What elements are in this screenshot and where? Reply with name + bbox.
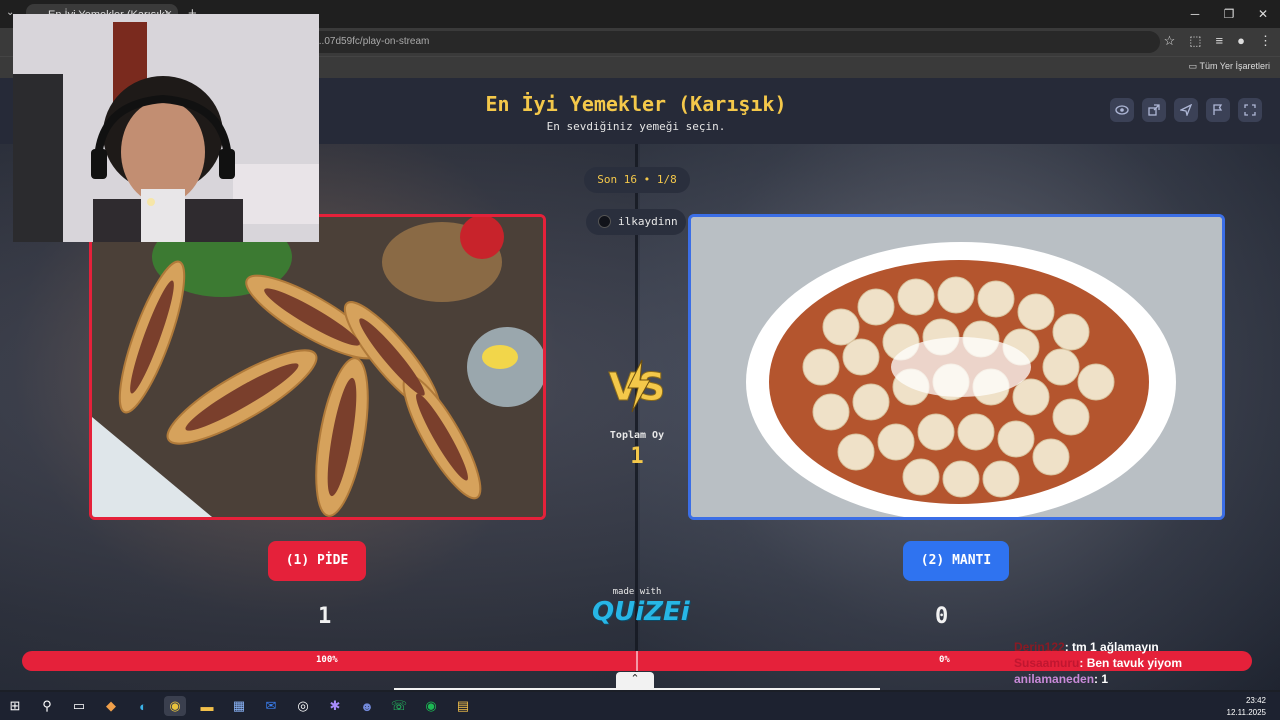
scroll-indicator [394,688,880,690]
chrome-icon[interactable]: ◉ [164,696,186,716]
notes-icon[interactable]: ▤ [452,696,474,716]
vote-option-1-button[interactable]: (1) PİDE [268,541,366,581]
chat-text: : tm 1 ağlamayın [1064,640,1159,654]
discord-icon[interactable]: ☻ [356,696,378,716]
task-view-icon[interactable]: ▭ [68,696,90,716]
chat-message: anilamaneden: 1 [1014,672,1244,688]
screen: ⌄ En İyi Yemekler (Karışık) - Tierj... ×… [0,0,1280,720]
system-clock[interactable]: 23:42 12.11.2025 [1227,695,1266,719]
total-votes-value: 1 [630,444,644,469]
media-icon[interactable]: ≡ [1216,33,1224,49]
store-icon[interactable]: ▦ [228,696,250,716]
total-votes-label: Toplam Oy [609,430,665,441]
file-explorer-icon[interactable]: ▬ [196,696,218,716]
edge-icon[interactable]: ◐ [132,696,154,716]
mail-icon[interactable]: ✉ [260,696,282,716]
manti-photo [691,217,1222,517]
profile-avatar[interactable]: ● [1237,33,1245,49]
whatsapp-icon[interactable]: ☏ [388,696,410,716]
option-1-vote-count: 1 [318,604,332,629]
made-with-label: made with [612,587,662,597]
player-badge: ilkaydinn [586,209,686,235]
player-avatar [598,215,611,228]
copilot-icon[interactable]: ◆ [100,696,122,716]
url-text: ...07d59fc/play-on-stream [316,36,430,47]
fullscreen-icon[interactable] [1238,98,1262,122]
all-bookmarks[interactable]: ▭ Tüm Yer İşaretleri [1189,61,1270,72]
toolbar-icons: ☆ ⬚ ≡ ● ⋮ [1164,33,1272,49]
share-icon[interactable] [1142,98,1166,122]
chat-username: Derin122 [1014,640,1065,654]
stream-chat-overlay: Derin122: tm 1 ağlamayın Susaamuru: Ben … [1014,640,1244,688]
streamer-camera-feed [13,14,319,242]
chat-text: : Ben tavuk yiyom [1079,656,1183,670]
eye-icon[interactable] [1110,98,1134,122]
apps-icon[interactable]: ✱ [324,696,346,716]
option-1-percent: 100% [316,655,338,665]
star-icon[interactable]: ☆ [1164,33,1176,49]
option-2-percent: 0% [939,655,950,665]
clock-time: 23:42 [1245,696,1266,705]
windows-taskbar: ⊞ ⚲ ▭ ◆ ◐ ◉ ▬ ▦ ✉ ◎ ✱ ☻ ☏ ◉ ▤ 23:42 12.1… [0,692,1280,720]
restore-button[interactable]: ❐ [1212,0,1246,28]
clock-date: 12.11.2025 [1226,708,1266,717]
menu-icon[interactable]: ⋮ [1259,33,1272,49]
progress-midline [636,651,638,671]
versus-icon: VS [608,359,666,413]
spotify-icon[interactable]: ◉ [420,696,442,716]
taskbar-icons: ⊞ ⚲ ▭ ◆ ◐ ◉ ▬ ▦ ✉ ◎ ✱ ☻ ☏ ◉ ▤ [4,696,474,716]
round-indicator: Son 16 • 1/8 [584,167,690,193]
chat-text: : 1 [1094,672,1109,686]
option-2-vote-count: 0 [935,604,949,629]
player-username: ilkaydinn [618,215,678,228]
vote-option-2-button[interactable]: (2) MANTI [903,541,1009,581]
windows-start-icon[interactable]: ⊞ [4,696,26,716]
chat-message: Derin122: tm 1 ağlamayın [1014,640,1244,656]
webcam-overlay [13,14,319,242]
window-controls: ─ ❐ ✕ [1178,0,1280,28]
chat-username: Susaamuru [1014,656,1080,670]
close-window-button[interactable]: ✕ [1246,0,1280,28]
obs-icon[interactable]: ◎ [292,696,314,716]
option-2-image[interactable] [688,214,1225,520]
search-icon[interactable]: ⚲ [36,696,58,716]
all-bookmarks-label: Tüm Yer İşaretleri [1199,61,1270,71]
extensions-icon[interactable]: ⬚ [1189,33,1201,49]
option-1-image[interactable] [89,214,546,520]
minimize-button[interactable]: ─ [1178,0,1212,28]
folder-icon: ▭ [1188,61,1200,71]
quizei-logo[interactable]: QUiZEi [592,597,690,627]
pide-photo [92,217,543,517]
chat-username: anilamaneden [1014,672,1095,686]
send-icon[interactable] [1174,98,1198,122]
header-actions [1110,98,1262,122]
flag-icon[interactable] [1206,98,1230,122]
chat-message: Susaamuru: Ben tavuk yiyom [1014,656,1244,672]
